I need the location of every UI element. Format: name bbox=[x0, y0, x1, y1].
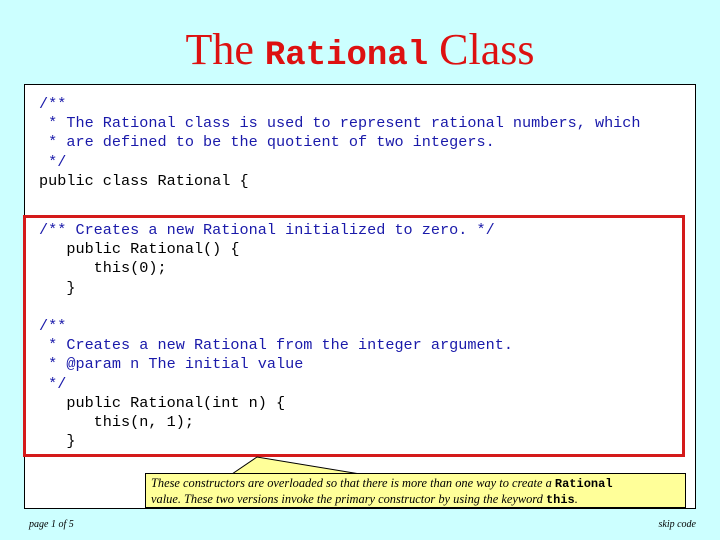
code-comment-line: * The Rational class is used to represen… bbox=[39, 114, 641, 133]
callout-line-2: value. These two versions invoke the pri… bbox=[151, 492, 679, 508]
callout-keyword-rational: Rational bbox=[554, 477, 613, 491]
page-indicator: page 1 of 5 bbox=[29, 519, 74, 530]
code-line: public class Rational { bbox=[39, 171, 249, 190]
title-suffix: Class bbox=[439, 25, 535, 74]
class-header-code: /** * The Rational class is used to repr… bbox=[39, 95, 641, 191]
explanation-callout: These constructors are overloaded so tha… bbox=[145, 473, 686, 508]
callout-line-1: These constructors are overloaded so tha… bbox=[151, 476, 679, 492]
callout-text-end: . bbox=[574, 492, 578, 506]
callout-keyword-this: this bbox=[545, 493, 575, 507]
title-code-word: Rational bbox=[264, 37, 429, 75]
callout-text-1: These constructors are overloaded so tha… bbox=[151, 476, 555, 490]
code-comment-line: * are defined to be the quotient of two … bbox=[39, 133, 495, 152]
skip-code-link[interactable]: skip code bbox=[659, 519, 697, 530]
constructors-highlight-box bbox=[23, 215, 685, 457]
code-comment-line: */ bbox=[39, 152, 67, 171]
title-prefix: The bbox=[185, 25, 254, 74]
code-comment-line: /** bbox=[39, 95, 67, 113]
callout-text-2: value. These two versions invoke the pri… bbox=[151, 492, 546, 506]
slide-title: The Rational Class bbox=[0, 22, 720, 84]
